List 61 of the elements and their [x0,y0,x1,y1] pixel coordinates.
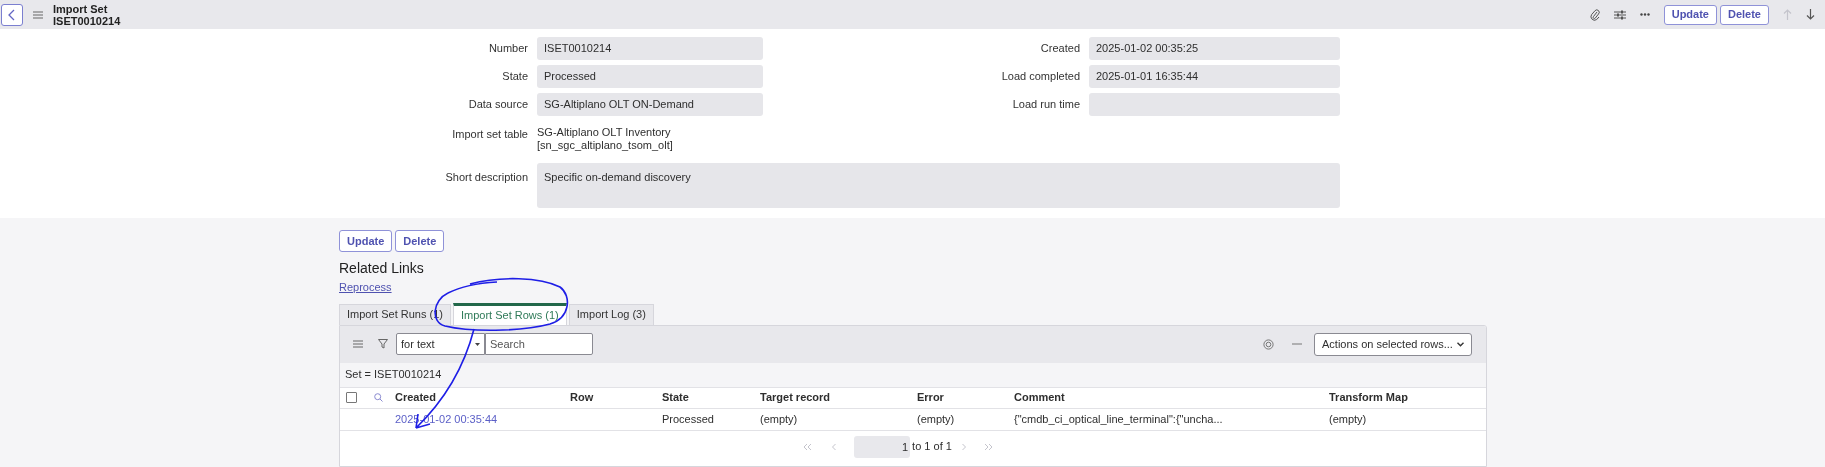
table-cell-text: (empty) [1329,411,1368,427]
table-cell-text: {"cmdb_ci_optical_line_terminal":{"uncha... [1014,411,1224,427]
table-cell-text: (empty) [917,411,956,427]
input-field[interactable]: 2025-01-01 16:35:44 [1089,65,1340,88]
down-arrow-icon[interactable] [1806,9,1815,20]
paperclip-icon[interactable] [1589,8,1600,21]
field-label: Import set table [451,127,529,142]
field-label: State [501,69,529,85]
tab[interactable]: Import Set Rows (1) [453,302,567,325]
table-cell-text: (empty) [760,411,799,427]
field-label: Number [487,41,529,57]
search-icon[interactable] [374,393,383,402]
column-header[interactable]: Created [395,389,570,406]
chevron-down-icon [1457,341,1464,347]
action-button[interactable]: Delete [395,230,445,252]
field-label: Short description [444,170,529,185]
field-label: Load run time [1011,97,1081,113]
last-page-icon[interactable] [983,443,993,450]
record-number: ISET0010214 [53,14,121,27]
actions-select[interactable]: Actions on selected rows... [1314,332,1472,356]
link[interactable]: Reprocess [339,279,392,296]
input-field[interactable]: 2025-01-02 00:35:25 [1089,37,1340,60]
menu-icon[interactable] [33,10,43,19]
checkbox[interactable] [346,392,357,403]
first-page-icon[interactable] [803,443,813,450]
input-field[interactable]: Processed [537,65,763,88]
field-value: SG-Altiplano OLT Inventory [537,126,672,139]
page-count: to 1 of 1 [912,439,952,455]
menu-icon[interactable] [353,340,363,348]
settings-sliders-icon[interactable] [1613,9,1626,20]
page-field[interactable]: 1 [854,435,911,458]
column-header[interactable]: State [662,389,760,406]
column-header[interactable]: Row [570,389,662,406]
column-header[interactable]: Error [917,389,1014,406]
field-value: [sn_sgc_altiplano_tsom_olt] [537,139,673,152]
section-heading: Related Links [339,259,425,278]
column-header[interactable]: Target record [760,389,917,406]
more-icon[interactable] [1639,13,1650,16]
tab[interactable]: Import Log (3) [568,303,654,325]
search-field[interactable]: Search [485,333,593,355]
form-title: Import Set [53,2,109,15]
textarea-field[interactable]: Specific on-demand discovery [537,163,1340,208]
input-field[interactable]: ISET0010214 [537,37,763,60]
action-button[interactable]: Delete [1719,4,1769,25]
filter-breadcrumb: Set = ISET0010214 [345,367,442,383]
column-header[interactable]: Transform Map [1329,389,1486,406]
input-field[interactable]: SG-Altiplano OLT ON-Demand [537,93,763,116]
action-button[interactable]: Update [1663,4,1717,25]
action-button[interactable]: Update [339,230,393,252]
settings-icon[interactable] [1263,338,1274,350]
column-header[interactable]: Comment [1014,389,1329,406]
filter-icon[interactable] [378,339,388,349]
input-field[interactable] [1089,93,1340,116]
back-icon [8,8,16,21]
field-label: Load completed [1000,69,1081,85]
search-type-select[interactable]: for text [396,333,485,355]
field-label: Data source [467,97,529,113]
caret-icon [475,342,480,346]
table-cell-text: Processed [662,411,715,427]
field-label: Created [1039,41,1081,57]
back-button[interactable] [1,3,23,26]
